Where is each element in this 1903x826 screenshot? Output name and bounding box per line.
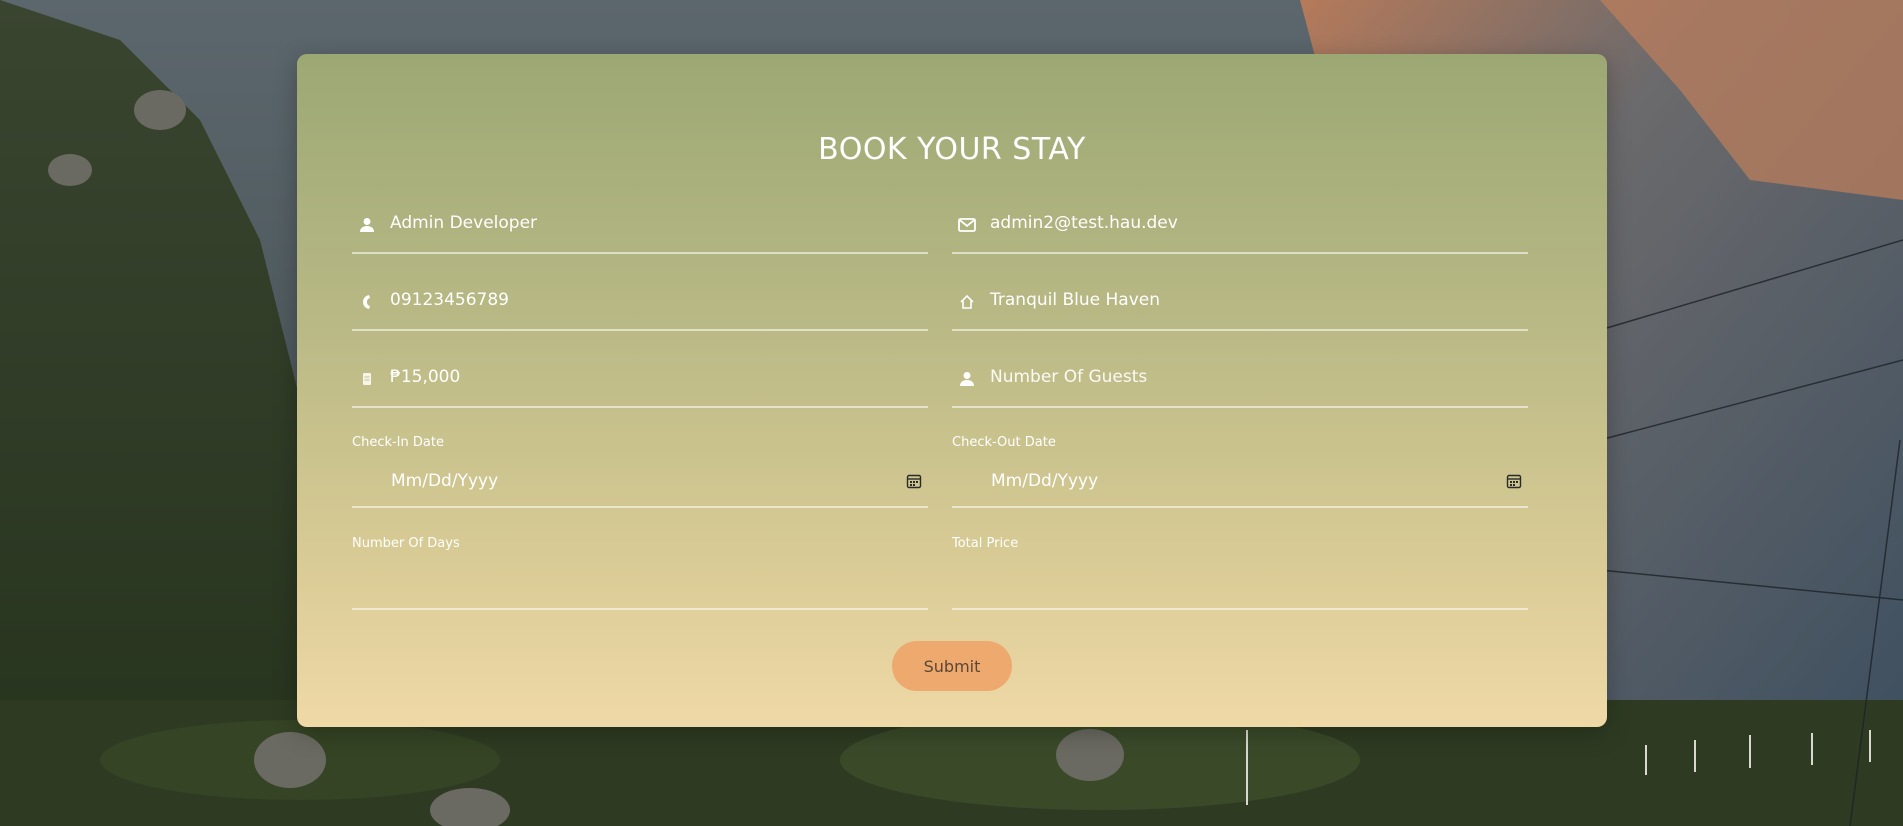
number-of-days-label: Number Of Days — [352, 536, 460, 551]
envelope-icon — [956, 214, 978, 236]
person-icon — [356, 214, 378, 236]
guests-placeholder: Number Of Guests — [990, 367, 1148, 387]
check-in-label: Check-In Date — [352, 435, 444, 450]
room-value: Tranquil Blue Haven — [990, 290, 1160, 310]
room-field[interactable]: Tranquil Blue Haven — [952, 281, 1528, 331]
total-price-label: Total Price — [952, 536, 1019, 551]
phone-field[interactable]: 09123456789 — [352, 281, 928, 331]
price-field[interactable]: ₱15,000 — [352, 358, 928, 408]
check-out-placeholder: Mm/Dd/Yyyy — [991, 471, 1099, 491]
check-out-label: Check-Out Date — [952, 435, 1056, 450]
check-in-date-input[interactable]: Mm/Dd/Yyyy — [352, 460, 928, 508]
check-in-placeholder: Mm/Dd/Yyyy — [391, 471, 499, 491]
phone-value: 09123456789 — [390, 290, 509, 310]
email-field[interactable]: admin2@test.hau.dev — [952, 204, 1528, 254]
submit-button[interactable]: Submit — [892, 641, 1012, 691]
name-field[interactable]: Admin Developer — [352, 204, 928, 254]
email-value: admin2@test.hau.dev — [990, 213, 1178, 233]
guests-field[interactable]: Number Of Guests — [952, 358, 1528, 408]
number-of-days-field[interactable] — [352, 574, 928, 610]
person-icon — [956, 368, 978, 390]
money-icon — [356, 368, 378, 390]
form-title: BOOK YOUR STAY — [818, 132, 1086, 167]
calendar-icon[interactable] — [1506, 473, 1522, 489]
total-price-field[interactable] — [952, 574, 1528, 610]
home-icon — [956, 291, 978, 313]
name-value: Admin Developer — [390, 213, 538, 233]
price-value: ₱15,000 — [390, 367, 461, 387]
booking-form-card: BOOK YOUR STAY Admin Developer admin2@te… — [297, 54, 1607, 727]
calendar-icon[interactable] — [906, 473, 922, 489]
check-out-date-input[interactable]: Mm/Dd/Yyyy — [952, 460, 1528, 508]
phone-icon — [356, 291, 378, 313]
